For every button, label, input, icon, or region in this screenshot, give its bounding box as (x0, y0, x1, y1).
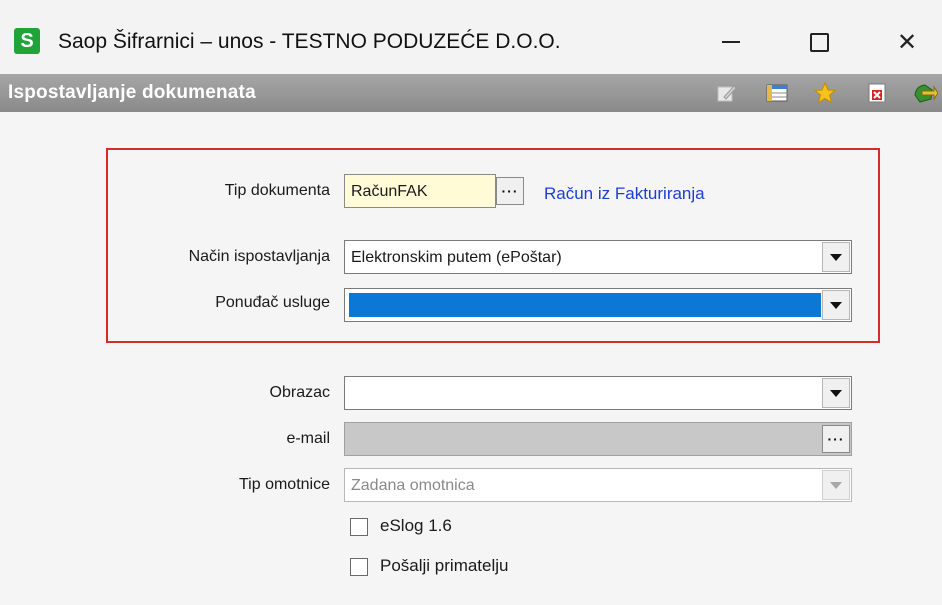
tip-dokumenta-description: Račun iz Fakturiranja (544, 184, 705, 203)
posalji-primatelju-checkbox[interactable] (350, 558, 368, 576)
nacin-ispostavljanja-label: Način ispostavljanja (188, 248, 330, 265)
close-button[interactable]: ✕ (882, 22, 932, 62)
form-content: Tip dokumenta RačunFAK ··· Račun iz Fakt… (0, 112, 942, 605)
chevron-down-icon (830, 253, 842, 261)
edit-button[interactable] (714, 80, 740, 106)
tip-dokumenta-input[interactable]: RačunFAK (344, 174, 496, 208)
form-header: Ispostavljanje dokumenata (0, 74, 942, 112)
close-icon: ✕ (896, 28, 918, 56)
obrazac-label: Obrazac (269, 384, 330, 401)
tip-omotnice-select[interactable]: Zadana omotnica (344, 468, 852, 502)
close-document-icon (868, 83, 886, 103)
favorite-button[interactable] (812, 80, 838, 106)
table-icon (766, 84, 788, 102)
form-title: Ispostavljanje dokumenata (8, 82, 256, 103)
nacin-ispostavljanja-dropdown-button[interactable] (822, 242, 850, 272)
exit-icon (914, 84, 938, 103)
ponudjac-usluge-select[interactable] (344, 288, 852, 322)
email-label: e-mail (286, 430, 330, 447)
window-titlebar: S Saop Šifrarnici – unos - TESTNO PODUZE… (0, 0, 942, 74)
chevron-down-icon (830, 301, 842, 309)
chevron-down-icon (830, 389, 842, 397)
maximize-icon (809, 32, 829, 52)
eslog-checkbox[interactable] (350, 518, 368, 536)
app-logo: S (14, 28, 40, 54)
tip-dokumenta-label: Tip dokumenta (224, 182, 330, 199)
star-icon (813, 81, 837, 104)
email-field[interactable] (344, 422, 852, 456)
obrazac-select[interactable] (344, 376, 852, 410)
nacin-ispostavljanja-select[interactable]: Elektronskim putem (ePoštar) (344, 240, 852, 274)
close-document-button[interactable] (864, 80, 890, 106)
chevron-down-icon (830, 481, 842, 489)
eslog-label: eSlog 1.6 (380, 516, 452, 535)
posalji-primatelju-label: Pošalji primatelju (380, 556, 509, 575)
window-title: Saop Šifrarnici – unos - TESTNO PODUZEĆE… (58, 30, 561, 53)
email-browse-button[interactable]: ··· (822, 425, 850, 453)
maximize-button[interactable] (794, 22, 844, 62)
minimize-icon (722, 41, 740, 43)
ponudjac-usluge-label: Ponuđač usluge (215, 294, 330, 311)
obrazac-dropdown-button[interactable] (822, 378, 850, 408)
ponudjac-usluge-selection (349, 293, 821, 317)
exit-button[interactable] (912, 80, 938, 106)
minimize-button[interactable] (706, 22, 756, 62)
ponudjac-usluge-dropdown-button[interactable] (822, 290, 850, 320)
tip-omotnice-label: Tip omotnice (239, 476, 330, 493)
tip-dokumenta-browse-button[interactable]: ··· (496, 177, 524, 205)
tip-omotnice-dropdown-button[interactable] (822, 470, 850, 500)
table-view-button[interactable] (764, 80, 790, 106)
edit-icon (717, 85, 737, 102)
